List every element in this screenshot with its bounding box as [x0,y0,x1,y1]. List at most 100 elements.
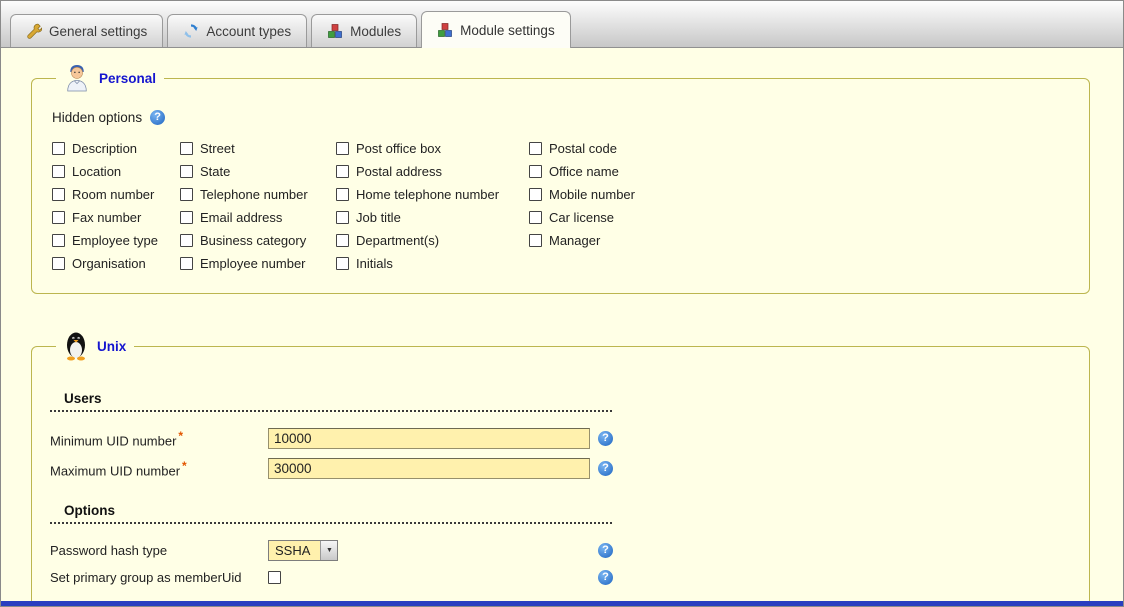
options-heading: Options [50,503,612,524]
checkbox[interactable] [52,188,65,201]
checkbox[interactable] [52,142,65,155]
checkbox[interactable] [529,188,542,201]
min-uid-input[interactable] [268,428,590,449]
checkbox[interactable] [336,234,349,247]
checkbox-job-title[interactable]: Job title [336,210,529,225]
tab-bar: General settings Account types [1,1,1123,48]
checkbox-state[interactable]: State [180,164,336,179]
checkbox[interactable] [52,257,65,270]
help-icon[interactable]: ? [598,431,613,446]
tab-label: Account types [206,24,291,39]
checkbox-label: Manager [549,233,600,248]
required-marker: * [182,459,187,473]
checkbox-postal-code[interactable]: Postal code [529,141,749,156]
help-icon[interactable]: ? [150,110,165,125]
checkbox[interactable] [336,211,349,224]
checkbox-label: Home telephone number [356,187,499,202]
footer-divider [1,601,1123,606]
checkbox[interactable] [529,211,542,224]
member-uid-row: Set primary group as memberUid ? [50,570,1071,585]
checkbox-employee-type[interactable]: Employee type [52,233,180,248]
checkbox-initials[interactable]: Initials [336,256,529,271]
member-uid-control [268,571,598,584]
checkbox[interactable] [529,234,542,247]
help-icon[interactable]: ? [598,570,613,585]
checkbox-label: Mobile number [549,187,635,202]
chevron-down-icon[interactable]: ▼ [320,541,337,560]
checkbox-business-category[interactable]: Business category [180,233,336,248]
max-uid-control [268,458,598,479]
checkbox[interactable] [52,234,65,247]
checkbox-label: Location [72,164,121,179]
checkbox-mobile-number[interactable]: Mobile number [529,187,749,202]
hidden-options-grid: Description Street Post office box Posta… [52,141,1071,277]
checkbox-home-telephone-number[interactable]: Home telephone number [336,187,529,202]
section-title: Unix [97,339,126,354]
tab-general-settings[interactable]: General settings [10,14,163,47]
checkbox[interactable] [529,142,542,155]
checkbox[interactable] [336,142,349,155]
tab-modules[interactable]: Modules [311,14,417,47]
checkbox-location[interactable]: Location [52,164,180,179]
checkbox-street[interactable]: Street [180,141,336,156]
max-uid-input[interactable] [268,458,590,479]
unix-legend: Unix [56,331,134,361]
checkbox[interactable] [529,165,542,178]
member-uid-checkbox[interactable] [268,571,281,584]
checkbox[interactable] [180,165,193,178]
users-heading: Users [50,391,612,412]
tab-module-settings[interactable]: Module settings [421,11,571,48]
checkbox-label: Job title [356,210,401,225]
max-uid-label: Maximum UID number* [50,459,268,478]
checkbox-label: State [200,164,230,179]
checkbox-label: Fax number [72,210,141,225]
checkbox[interactable] [180,234,193,247]
checkbox[interactable] [180,211,193,224]
tab-account-types[interactable]: Account types [167,14,307,47]
checkbox-departments[interactable]: Department(s) [336,233,529,248]
checkbox-label: Department(s) [356,233,439,248]
checkbox-telephone-number[interactable]: Telephone number [180,187,336,202]
checkbox[interactable] [336,257,349,270]
checkbox-post-office-box[interactable]: Post office box [336,141,529,156]
checkbox-label: Description [72,141,137,156]
field-label: Minimum UID number [50,433,176,448]
checkbox[interactable] [180,257,193,270]
member-uid-label: Set primary group as memberUid [50,570,268,585]
checkbox[interactable] [336,188,349,201]
modules-icon [327,23,343,39]
checkbox[interactable] [180,142,193,155]
checkbox-label: Email address [200,210,282,225]
required-marker: * [178,429,183,443]
checkbox-office-name[interactable]: Office name [529,164,749,179]
tab-label: Module settings [460,23,555,38]
checkbox[interactable] [336,165,349,178]
checkbox-email-address[interactable]: Email address [180,210,336,225]
checkbox-label: Car license [549,210,614,225]
checkbox-room-number[interactable]: Room number [52,187,180,202]
min-uid-row: Minimum UID number* ? [50,428,1071,449]
person-icon [64,64,90,92]
checkbox-label: Employee number [200,256,306,271]
help-icon[interactable]: ? [598,543,613,558]
checkbox[interactable] [180,188,193,201]
checkbox-organisation[interactable]: Organisation [52,256,180,271]
section-title: Personal [99,71,156,86]
checkbox[interactable] [52,211,65,224]
personal-legend: Personal [56,64,164,92]
checkbox-employee-number[interactable]: Employee number [180,256,336,271]
max-uid-row: Maximum UID number* ? [50,458,1071,479]
checkbox-label: Telephone number [200,187,308,202]
checkbox-postal-address[interactable]: Postal address [336,164,529,179]
min-uid-control [268,428,598,449]
hidden-options-label: Hidden options [52,110,142,125]
checkbox-manager[interactable]: Manager [529,233,749,248]
password-hash-select[interactable]: SSHA ▼ [268,540,338,561]
checkbox[interactable] [52,165,65,178]
help-icon[interactable]: ? [598,461,613,476]
checkbox-car-license[interactable]: Car license [529,210,749,225]
checkbox-fax-number[interactable]: Fax number [52,210,180,225]
checkbox-label: Initials [356,256,393,271]
checkbox-description[interactable]: Description [52,141,180,156]
password-hash-row: Password hash type SSHA ▼ ? [50,540,1071,561]
